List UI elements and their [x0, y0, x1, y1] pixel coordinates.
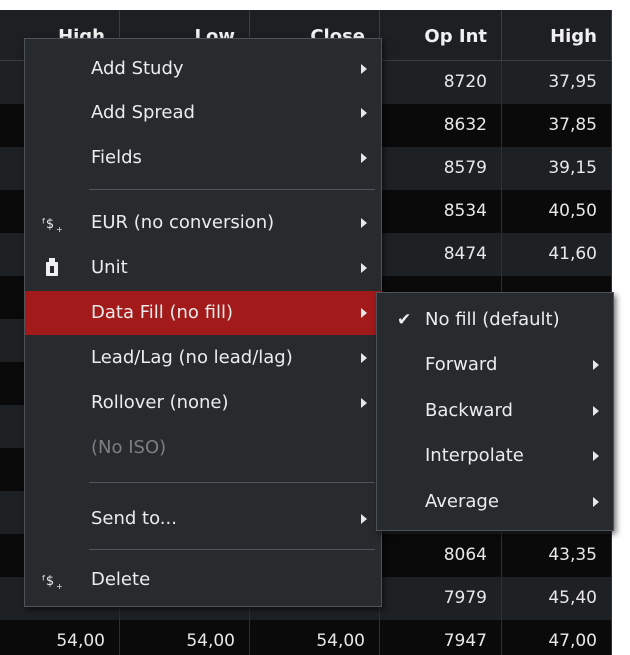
submenu-item-label: Average	[425, 491, 499, 512]
menu-item-currency[interactable]: ᶠ$ + EUR (no conversion)	[25, 201, 381, 245]
submenu-arrow-icon	[593, 497, 599, 507]
weight-unit-icon	[39, 246, 65, 290]
table-cell: 8579	[380, 147, 502, 190]
context-menu: Add Study Add Spread Fields ᶠ$ + EUR (no …	[24, 38, 382, 607]
table-cell: 45,40	[502, 577, 612, 620]
menu-item-label: (No ISO)	[91, 437, 167, 458]
table-cell: 8534	[380, 190, 502, 233]
submenu-arrow-icon	[593, 406, 599, 416]
data-fill-submenu: ✔ No fill (default) Forward Backward Int…	[376, 292, 614, 531]
table-cell: 54,00	[250, 620, 380, 655]
svg-text:ᶠ$: ᶠ$	[42, 217, 54, 232]
column-header-high-2[interactable]: High	[502, 10, 612, 60]
menu-item-data-fill[interactable]: Data Fill (no fill)	[25, 291, 381, 335]
submenu-item-average[interactable]: Average	[377, 481, 613, 523]
table-cell: 8064	[380, 534, 502, 577]
menu-item-send-to[interactable]: Send to...	[25, 497, 381, 541]
submenu-arrow-icon	[361, 398, 367, 408]
submenu-arrow-icon	[361, 263, 367, 273]
submenu-arrow-icon	[361, 514, 367, 524]
menu-item-unit[interactable]: Unit	[25, 246, 381, 290]
svg-text:ᶠ$: ᶠ$	[42, 574, 54, 589]
table-cell: 37,85	[502, 104, 612, 147]
table-cell: 43,35	[502, 534, 612, 577]
submenu-item-forward[interactable]: Forward	[377, 344, 613, 386]
table-cell: 39,15	[502, 147, 612, 190]
menu-item-label: Delete	[91, 569, 151, 590]
submenu-arrow-icon	[361, 218, 367, 228]
menu-item-rollover[interactable]: Rollover (none)	[25, 381, 381, 425]
table-cell: 8474	[380, 233, 502, 276]
submenu-item-label: Backward	[425, 400, 513, 421]
menu-item-label: Data Fill (no fill)	[91, 302, 233, 323]
table-cell: 40,50	[502, 190, 612, 233]
currency-conversion-icon: ᶠ$ +	[39, 201, 65, 245]
submenu-arrow-icon	[361, 108, 367, 118]
menu-item-add-spread[interactable]: Add Spread	[25, 91, 381, 135]
menu-separator	[89, 549, 375, 550]
table-cell: 54,00	[120, 620, 250, 655]
svg-text:+: +	[56, 225, 63, 234]
menu-item-add-study[interactable]: Add Study	[25, 47, 381, 91]
submenu-arrow-icon	[361, 353, 367, 363]
table-cell: 7979	[380, 577, 502, 620]
submenu-arrow-icon	[593, 451, 599, 461]
menu-item-delete[interactable]: ᶠ$ + Delete	[25, 558, 381, 602]
menu-item-no-iso: (No ISO)	[25, 426, 381, 470]
submenu-arrow-icon	[361, 64, 367, 74]
submenu-arrow-icon	[361, 153, 367, 163]
menu-item-label: Send to...	[91, 508, 177, 529]
table-row[interactable]: 54,00 54,00 54,00 7947 47,00	[0, 620, 612, 655]
table-cell: 41,60	[502, 233, 612, 276]
menu-item-label: Add Study	[91, 58, 184, 79]
menu-item-label: Rollover (none)	[91, 392, 229, 413]
menu-item-label: Add Spread	[91, 102, 195, 123]
menu-separator	[89, 189, 375, 190]
menu-item-label: Unit	[91, 257, 128, 278]
menu-separator	[89, 482, 375, 483]
submenu-item-label: No fill (default)	[425, 309, 560, 330]
submenu-item-backward[interactable]: Backward	[377, 390, 613, 432]
currency-conversion-icon: ᶠ$ +	[39, 558, 65, 602]
checkmark-icon: ✔	[397, 310, 412, 330]
table-cell: 47,00	[502, 620, 612, 655]
submenu-arrow-icon	[361, 308, 367, 318]
svg-text:+: +	[56, 582, 63, 591]
column-header-op-int[interactable]: Op Int	[380, 10, 502, 60]
table-cell: 8720	[380, 61, 502, 104]
table-cell: 8632	[380, 104, 502, 147]
submenu-item-label: Interpolate	[425, 445, 524, 466]
table-cell: 54,00	[0, 620, 120, 655]
menu-item-label: EUR (no conversion)	[91, 212, 275, 233]
menu-item-label: Lead/Lag (no lead/lag)	[91, 347, 293, 368]
menu-item-fields[interactable]: Fields	[25, 136, 381, 180]
menu-item-lead-lag[interactable]: Lead/Lag (no lead/lag)	[25, 336, 381, 380]
submenu-item-no-fill[interactable]: ✔ No fill (default)	[377, 299, 613, 341]
table-cell: 7947	[380, 620, 502, 655]
menu-item-label: Fields	[91, 147, 142, 168]
submenu-item-interpolate[interactable]: Interpolate	[377, 435, 613, 477]
table-cell: 37,95	[502, 61, 612, 104]
submenu-arrow-icon	[593, 360, 599, 370]
submenu-item-label: Forward	[425, 354, 498, 375]
